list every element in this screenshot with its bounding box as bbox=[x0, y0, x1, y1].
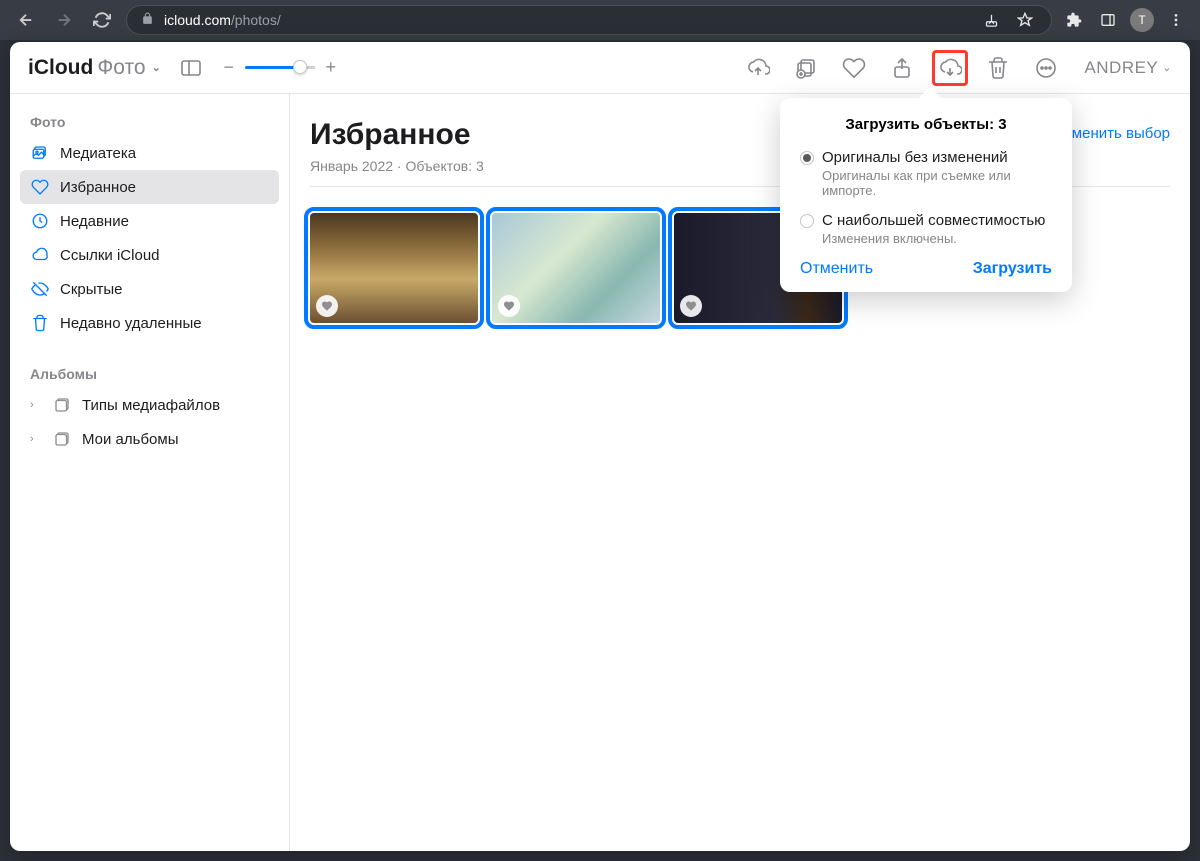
option-unmodified[interactable]: Оригиналы без изменений Оригиналы как пр… bbox=[800, 149, 1052, 198]
star-icon[interactable] bbox=[1013, 8, 1037, 32]
more-icon[interactable] bbox=[1028, 50, 1064, 86]
sidebar-item-label: Ссылки iCloud bbox=[60, 247, 160, 264]
download-icon[interactable] bbox=[932, 50, 968, 86]
sidebar-item-library[interactable]: Медиатека bbox=[20, 136, 279, 170]
clock-icon bbox=[30, 211, 50, 231]
extensions-icon[interactable] bbox=[1062, 8, 1086, 32]
menu-icon[interactable] bbox=[1164, 8, 1188, 32]
chevron-down-icon: ⌄ bbox=[152, 61, 161, 74]
sidebar-item-label: Скрытые bbox=[60, 281, 123, 298]
radio-icon[interactable] bbox=[800, 214, 814, 228]
page-date: Январь 2022 bbox=[310, 158, 393, 174]
option-compatible[interactable]: С наибольшей совместимостью Изменения вк… bbox=[800, 212, 1052, 246]
favorite-badge-icon bbox=[680, 295, 702, 317]
sidebar-toggle-icon[interactable] bbox=[173, 50, 209, 86]
sidebar-item-icloud-links[interactable]: Ссылки iCloud bbox=[20, 238, 279, 272]
popover-title: Загрузить объекты: 3 bbox=[800, 116, 1052, 133]
chevron-down-icon: ⌄ bbox=[1162, 61, 1172, 74]
zoom-slider[interactable]: − + bbox=[221, 57, 339, 78]
share-browser-icon[interactable] bbox=[979, 8, 1003, 32]
app-name: iCloud bbox=[28, 56, 93, 80]
download-popover: Загрузить объекты: 3 Оригиналы без измен… bbox=[780, 98, 1072, 292]
heart-icon bbox=[30, 177, 50, 197]
back-button[interactable] bbox=[12, 6, 40, 34]
app-title[interactable]: iCloud Фото ⌄ bbox=[28, 56, 161, 80]
trash-icon bbox=[30, 313, 50, 333]
page-count: Объектов: 3 bbox=[405, 158, 483, 174]
toolbar: iCloud Фото ⌄ − + bbox=[10, 42, 1190, 94]
sidebar-item-label: Избранное bbox=[60, 179, 136, 196]
forward-button[interactable] bbox=[50, 6, 78, 34]
sidebar-item-deleted[interactable]: Недавно удаленные bbox=[20, 306, 279, 340]
add-to-album-icon[interactable] bbox=[788, 50, 824, 86]
panel-icon[interactable] bbox=[1096, 8, 1120, 32]
lock-icon bbox=[141, 12, 154, 28]
share-icon[interactable] bbox=[884, 50, 920, 86]
url-bar[interactable]: icloud.com/photos/ bbox=[126, 5, 1052, 35]
browser-chrome: icloud.com/photos/ T bbox=[0, 0, 1200, 40]
cancel-button[interactable]: Отменить bbox=[800, 260, 873, 278]
upload-icon[interactable] bbox=[740, 50, 776, 86]
option-desc: Изменения включены. bbox=[822, 231, 1052, 246]
sidebar-item-recents[interactable]: Недавние bbox=[20, 204, 279, 238]
chevron-right-icon: › bbox=[30, 433, 42, 445]
favorite-badge-icon bbox=[316, 295, 338, 317]
slider-knob[interactable] bbox=[293, 60, 307, 74]
sidebar: Фото Медиатека Избранное Недавние Ссылки… bbox=[10, 94, 290, 851]
sidebar-item-label: Типы медиафайлов bbox=[82, 397, 220, 414]
user-name: ANDREY bbox=[1084, 58, 1158, 78]
user-menu[interactable]: ANDREY ⌄ bbox=[1084, 58, 1172, 78]
radio-icon[interactable] bbox=[800, 151, 814, 165]
library-icon bbox=[30, 143, 50, 163]
stack-icon bbox=[52, 429, 72, 449]
option-label: Оригиналы без изменений bbox=[822, 149, 1052, 166]
zoom-out[interactable]: − bbox=[221, 57, 237, 78]
option-desc: Оригиналы как при съемке или импорте. bbox=[822, 168, 1052, 198]
sidebar-section-albums: Альбомы bbox=[20, 360, 279, 388]
sidebar-item-hidden[interactable]: Скрытые bbox=[20, 272, 279, 306]
sidebar-item-my-albums[interactable]: › Мои альбомы bbox=[20, 422, 279, 456]
option-label: С наибольшей совместимостью bbox=[822, 212, 1052, 229]
reload-button[interactable] bbox=[88, 6, 116, 34]
app-section: Фото bbox=[97, 56, 145, 80]
slider-track[interactable] bbox=[245, 66, 315, 69]
app-window: iCloud Фото ⌄ − + bbox=[10, 42, 1190, 851]
url-text: icloud.com/photos/ bbox=[164, 12, 969, 28]
sidebar-section-photos: Фото bbox=[20, 108, 279, 136]
sidebar-item-media-types[interactable]: › Типы медиафайлов bbox=[20, 388, 279, 422]
sidebar-item-favorites[interactable]: Избранное bbox=[20, 170, 279, 204]
eye-off-icon bbox=[30, 279, 50, 299]
sidebar-item-label: Недавно удаленные bbox=[60, 315, 202, 332]
profile-avatar[interactable]: T bbox=[1130, 8, 1154, 32]
download-button[interactable]: Загрузить bbox=[973, 260, 1052, 278]
chevron-right-icon: › bbox=[30, 399, 42, 411]
sidebar-item-label: Мои альбомы bbox=[82, 431, 179, 448]
zoom-in[interactable]: + bbox=[323, 57, 339, 78]
favorite-icon[interactable] bbox=[836, 50, 872, 86]
photo-item[interactable] bbox=[310, 213, 478, 323]
sidebar-item-label: Недавние bbox=[60, 213, 129, 230]
avatar-letter: T bbox=[1138, 13, 1145, 27]
favorite-badge-icon bbox=[498, 295, 520, 317]
photo-item[interactable] bbox=[492, 213, 660, 323]
sidebar-item-label: Медиатека bbox=[60, 145, 136, 162]
delete-icon[interactable] bbox=[980, 50, 1016, 86]
cloud-icon bbox=[30, 245, 50, 265]
stack-icon bbox=[52, 395, 72, 415]
